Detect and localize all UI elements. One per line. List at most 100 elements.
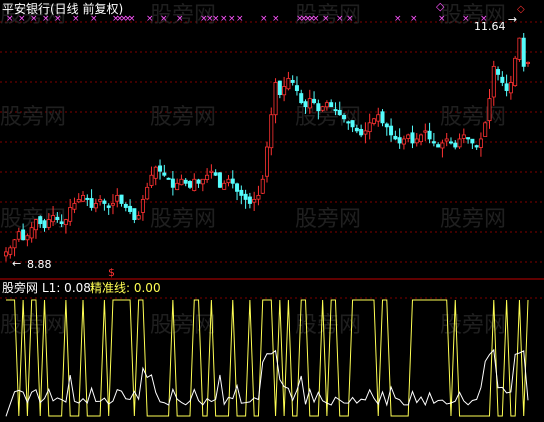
- precision-line-value-label: 精准线: 0.00: [90, 281, 161, 295]
- candle-body: [260, 178, 265, 194]
- candle-body: [367, 122, 372, 133]
- watermark-text: 股旁网: [440, 207, 506, 232]
- candle-body: [106, 205, 111, 208]
- candle-body: [4, 251, 9, 257]
- candle-body: [110, 203, 115, 206]
- candle-body: [517, 37, 522, 60]
- candle-body: [256, 195, 261, 200]
- l1-value-label: L1: 0.08: [42, 281, 91, 295]
- candle-body: [200, 178, 205, 185]
- candle-body: [252, 199, 257, 203]
- candle-body: [76, 199, 81, 203]
- watermark-text: 股旁网: [150, 313, 216, 338]
- candle-body: [170, 178, 175, 188]
- candle-body: [466, 137, 471, 140]
- candle-body: [140, 199, 145, 213]
- candle-body: [136, 215, 141, 220]
- candle-body: [513, 57, 518, 87]
- signal-cross-icon: ×: [220, 14, 228, 24]
- candle-body: [393, 135, 398, 140]
- candle-body: [521, 37, 526, 67]
- chart-title: 平安银行(日线 前复权): [2, 1, 123, 16]
- candle-body: [410, 132, 415, 144]
- signal-cross-icon: ×: [128, 14, 136, 24]
- candle-body: [273, 82, 278, 116]
- candle-body: [286, 78, 291, 90]
- candle-body: [359, 128, 364, 136]
- signal-cross-icon: ×: [322, 14, 330, 24]
- candle-body: [38, 216, 43, 225]
- candle-body: [380, 111, 385, 124]
- candle-body: [376, 114, 381, 122]
- candle-body: [389, 125, 394, 136]
- candle-body: [179, 178, 184, 186]
- candle-body: [431, 141, 436, 144]
- signal-cross-icon: ×: [228, 14, 236, 24]
- candle-body: [346, 121, 351, 124]
- candle-body: [239, 189, 244, 196]
- candle-body: [145, 186, 150, 200]
- candle-body: [350, 120, 355, 128]
- chart-canvas: 股旁网 股旁网 股旁网 股旁网股旁网 股旁网 股旁网 股旁网股旁网 股旁网 股旁网 股旁网股旁网股…: [0, 0, 544, 422]
- candle-body: [448, 141, 453, 144]
- candle-body: [81, 195, 86, 202]
- candle-body: [269, 114, 274, 149]
- watermark-text: 股旁网: [440, 313, 506, 338]
- candle-body: [98, 199, 103, 202]
- candle-body: [12, 239, 17, 249]
- candle-body: [303, 101, 308, 108]
- candle-body: [16, 231, 21, 240]
- candle-body: [500, 76, 505, 83]
- signal-cross-icon: ×: [146, 14, 154, 24]
- candle-body: [166, 177, 171, 180]
- candle-body: [337, 109, 342, 116]
- candle-body: [85, 197, 90, 200]
- candle-body: [401, 138, 406, 145]
- signal-cross-icon: ×: [312, 14, 320, 24]
- candle-body: [444, 138, 449, 142]
- candle-body: [42, 220, 47, 229]
- signal-cross-icon: ×: [410, 14, 418, 24]
- candle-body: [33, 219, 38, 231]
- candle-body: [115, 195, 120, 202]
- candle-body: [59, 221, 64, 225]
- candle-body: [329, 102, 334, 108]
- candle-body: [72, 203, 77, 210]
- candle-body: [414, 138, 419, 144]
- candle-body: [333, 109, 338, 112]
- candle-body: [440, 142, 445, 149]
- candle-body: [264, 146, 269, 177]
- high-price-label: 11.64: [474, 20, 506, 33]
- candle-body: [89, 198, 94, 208]
- indicator-name: 股旁网: [2, 280, 38, 295]
- candle-body: [183, 179, 188, 184]
- candle-body: [504, 83, 509, 91]
- candle-body: [371, 118, 376, 124]
- candle-body: [63, 219, 68, 226]
- signal-cross-icon: ×: [346, 14, 354, 24]
- candle-body: [290, 79, 295, 83]
- candle-body: [230, 178, 235, 184]
- signal-cross-icon: ×: [462, 14, 470, 24]
- candle-body: [312, 98, 317, 104]
- candle-body: [175, 182, 180, 191]
- candle-body: [222, 182, 227, 190]
- candle-body: [192, 178, 197, 191]
- buy-signal-dollar-icon: $: [108, 266, 115, 279]
- watermark-text: 股旁网: [150, 207, 216, 232]
- candle-body: [29, 227, 34, 239]
- candle-body: [149, 174, 154, 186]
- candle-body: [55, 216, 60, 221]
- candle-body: [470, 138, 475, 144]
- candle-body: [196, 179, 201, 184]
- candle-body: [354, 127, 359, 132]
- candle-body: [457, 138, 462, 148]
- candle-body: [187, 181, 192, 188]
- candle-body: [320, 106, 325, 111]
- candle-body: [483, 122, 488, 137]
- candle-body: [384, 123, 389, 128]
- candle-body: [461, 134, 466, 139]
- signal-cross-icon: ×: [176, 14, 184, 24]
- candle-body: [209, 170, 214, 173]
- candle-body: [243, 193, 248, 200]
